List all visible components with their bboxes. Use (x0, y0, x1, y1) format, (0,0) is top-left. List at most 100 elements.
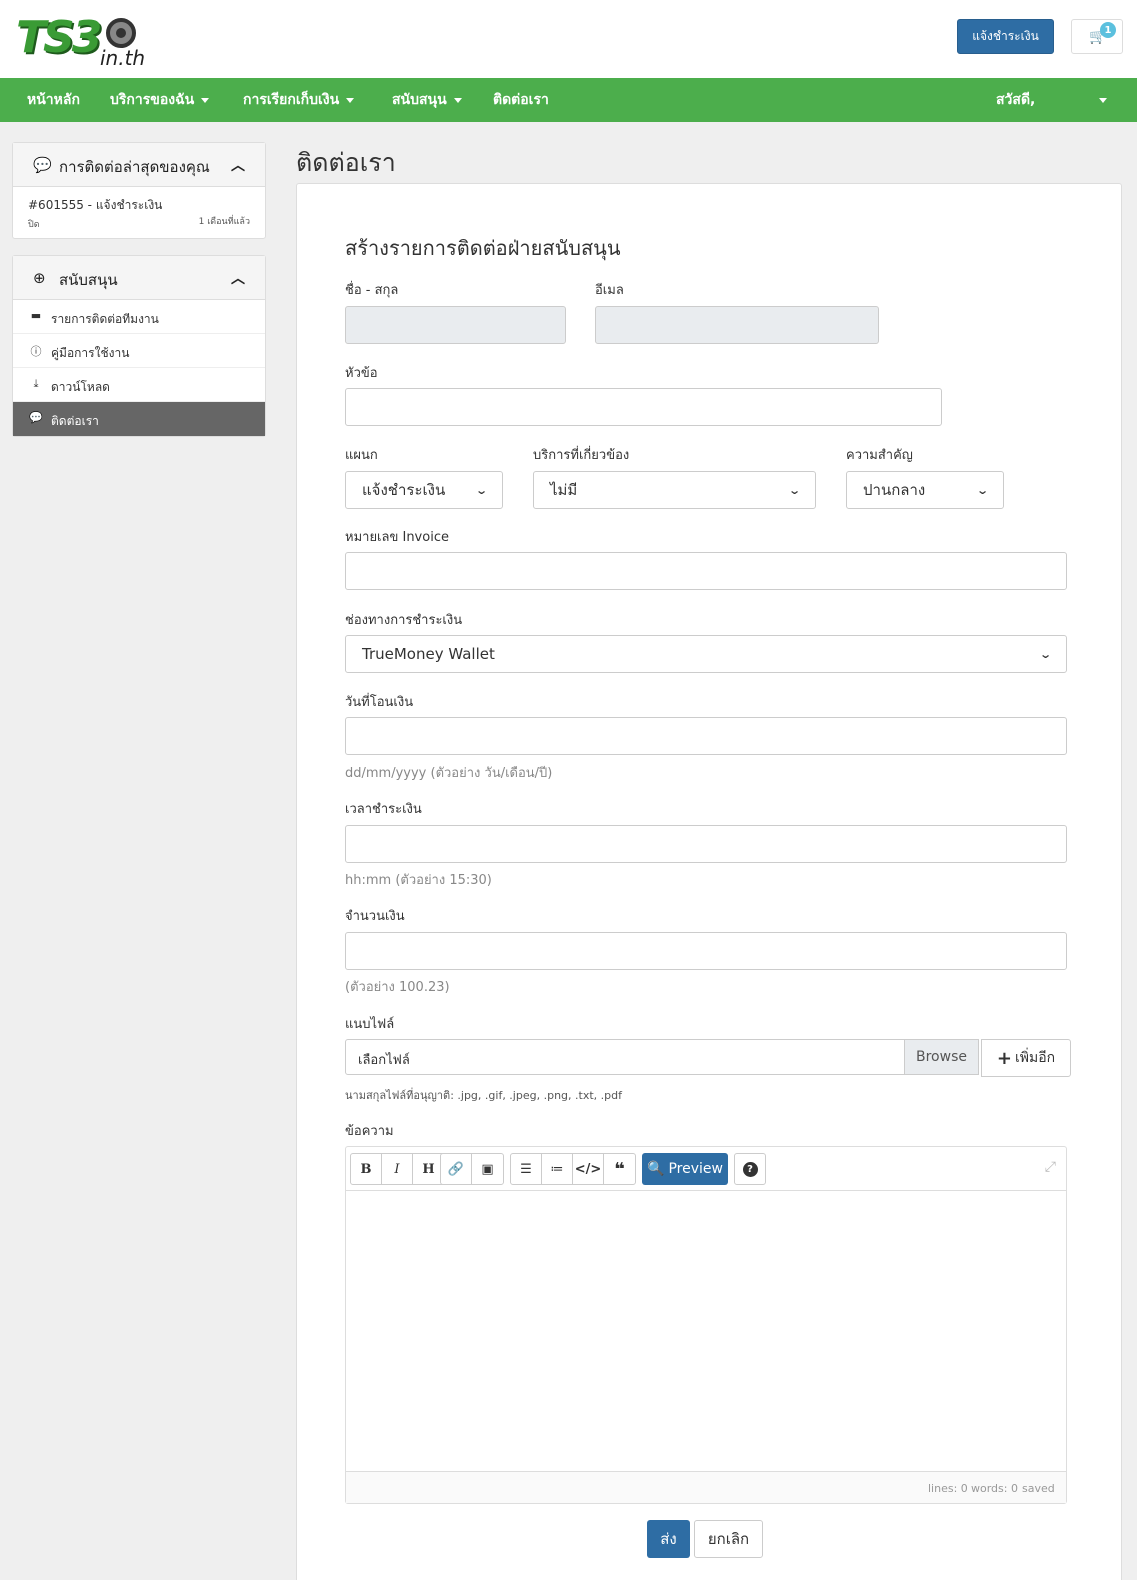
search-icon: 🔍 (647, 1161, 665, 1177)
payment-method-value: TrueMoney Wallet (362, 645, 495, 663)
invoice-label: หมายเลข Invoice (345, 530, 449, 545)
department-label: แผนก (345, 448, 378, 463)
ticket-time: 1 เดือนที่แล้ว (198, 217, 250, 227)
editor-statusbar: lines: 0 words: 0 saved (346, 1471, 1066, 1503)
chevron-down-icon: ⌄ (787, 483, 801, 497)
chevron-down-icon: ⌄ (1038, 647, 1052, 661)
site-header: TS3 in.th แจ้งชำระเงิน 🛒 1 (0, 0, 1137, 78)
name-label: ชื่อ - สกุล (345, 283, 399, 298)
browse-button[interactable]: Browse (904, 1040, 978, 1074)
link-icon[interactable]: 🔗 (441, 1154, 472, 1184)
file-input[interactable]: เลือกไฟล์ Browse (345, 1039, 979, 1075)
pay-time-input[interactable] (345, 825, 1067, 863)
support-panel-header[interactable]: ⊕ สนับสนุน ︿ (13, 256, 265, 300)
nav-support-label: สนับสนุน (392, 92, 447, 108)
amount-input[interactable] (345, 932, 1067, 970)
recent-tickets-title: การติดต่อล่าสุดของคุณ (59, 158, 210, 176)
numbered-list-icon[interactable]: ≔ (542, 1154, 573, 1184)
submit-button[interactable]: ส่ง (647, 1520, 690, 1558)
main-nav: หน้าหลัก บริการของฉัน การเรียกเก็บเงิน ส… (0, 78, 1137, 122)
nav-support[interactable]: สนับสนุน (392, 78, 462, 122)
help-button[interactable]: ? (734, 1153, 766, 1185)
ticket-status: ปิด (28, 220, 40, 230)
email-label: อีเมล (595, 283, 624, 298)
recent-ticket-item[interactable]: #601555 - แจ้งชำระเงิน ปิด 1 เดือนที่แล้… (13, 187, 265, 239)
transfer-date-help: dd/mm/yyyy (ตัวอย่าง วัน/เดือน/ปี) (345, 766, 553, 781)
nav-contact-label: ติดต่อเรา (493, 92, 549, 108)
page-title: ติดต่อเรา (296, 148, 396, 177)
chevron-up-icon[interactable]: ︿ (231, 155, 245, 175)
nav-greeting[interactable]: สวัสดี, (996, 78, 1035, 122)
recent-tickets-header[interactable]: 💬 การติดต่อล่าสุดของคุณ ︿ (13, 143, 265, 187)
department-select[interactable]: แจ้งชำระเงิน ⌄ (345, 471, 503, 509)
chevron-down-icon: ⌄ (474, 483, 488, 497)
block-group: ☰ ≔ </> ❝ (510, 1153, 636, 1185)
allowed-extensions: นามสกุลไฟล์ที่อนุญาติ: .jpg, .gif, .jpeg… (345, 1089, 622, 1102)
transfer-date-input[interactable] (345, 717, 1067, 755)
status-words: words: 0 (971, 1482, 1018, 1495)
file-placeholder: เลือกไฟล์ (358, 1053, 410, 1068)
download-icon: ⤓ (33, 377, 39, 390)
cart-button[interactable]: 🛒 1 (1071, 19, 1123, 54)
fullscreen-icon[interactable]: ⤢ (1045, 1159, 1056, 1175)
sidebar-item-tickets[interactable]: ▬ รายการติดต่อทีมงาน (13, 300, 265, 334)
ticket-icon: ▬ (30, 309, 42, 322)
editor-toolbar: B I H 🔗 ▣ ☰ ≔ </> ❝ 🔍 Preview ? ⤢ (346, 1147, 1066, 1191)
logo-subtext: in.th (100, 46, 146, 70)
department-value: แจ้งชำระเงิน (362, 481, 446, 499)
bold-button[interactable]: B (351, 1154, 382, 1184)
format-group: B I H (350, 1153, 445, 1185)
account-dropdown-toggle[interactable] (1092, 78, 1107, 122)
status-saved: saved (1022, 1482, 1055, 1495)
quote-icon[interactable]: ❝ (604, 1154, 635, 1184)
message-textarea[interactable] (346, 1191, 1066, 1472)
nav-my-services[interactable]: บริการของฉัน (110, 78, 210, 122)
priority-label: ความสำคัญ (846, 448, 913, 463)
caret-down-icon (453, 97, 462, 103)
service-select[interactable]: ไม่มี ⌄ (533, 471, 816, 509)
insert-group: 🔗 ▣ (440, 1153, 504, 1185)
sidebar-item-label: คู่มือการใช้งาน (51, 346, 130, 360)
chevron-down-icon: ⌄ (975, 483, 989, 497)
site-logo[interactable]: TS3 in.th (14, 6, 146, 70)
message-label: ข้อความ (345, 1124, 394, 1139)
caret-down-icon (201, 97, 210, 103)
notify-payment-button[interactable]: แจ้งชำระเงิน (957, 19, 1054, 54)
invoice-input[interactable] (345, 552, 1067, 590)
preview-label: Preview (668, 1161, 723, 1177)
markdown-editor: B I H 🔗 ▣ ☰ ≔ </> ❝ 🔍 Preview ? ⤢ lines:… (345, 1146, 1067, 1504)
email-field (595, 306, 879, 344)
image-icon[interactable]: ▣ (472, 1154, 503, 1184)
sidebar-item-label: รายการติดต่อทีมงาน (51, 312, 159, 326)
subject-input[interactable] (345, 388, 942, 426)
pay-time-label: เวลาชำระเงิน (345, 802, 422, 817)
recent-tickets-panel: 💬 การติดต่อล่าสุดของคุณ ︿ #601555 - แจ้ง… (12, 142, 266, 239)
comments-icon: 💬 (33, 156, 52, 174)
name-field (345, 306, 566, 344)
attach-label: แนบไฟล์ (345, 1017, 395, 1032)
cart-count-badge: 1 (1100, 22, 1116, 38)
italic-button[interactable]: I (382, 1154, 413, 1184)
priority-select[interactable]: ปานกลาง ⌄ (846, 471, 1004, 509)
bullet-list-icon[interactable]: ☰ (511, 1154, 542, 1184)
pay-time-help: hh:mm (ตัวอย่าง 15:30) (345, 873, 492, 888)
sidebar-item-manual[interactable]: ⓘ คู่มือการใช้งาน (13, 334, 265, 368)
add-more-file-button[interactable]: + เพิ่มอีก (981, 1039, 1071, 1077)
preview-button[interactable]: 🔍 Preview (642, 1153, 728, 1185)
amount-label: จำนวนเงิน (345, 909, 405, 924)
payment-method-select[interactable]: TrueMoney Wallet ⌄ (345, 635, 1067, 673)
transfer-date-label: วันที่โอนเงิน (345, 695, 414, 710)
nav-billing[interactable]: การเรียกเก็บเงิน (243, 78, 355, 122)
cancel-button[interactable]: ยกเลิก (694, 1520, 763, 1558)
payment-method-label: ช่องทางการชำระเงิน (345, 613, 463, 628)
chevron-up-icon[interactable]: ︿ (231, 268, 245, 288)
service-value: ไม่มี (550, 481, 578, 499)
nav-greeting-label: สวัสดี, (996, 92, 1036, 108)
code-icon[interactable]: </> (573, 1154, 604, 1184)
logo-text: TS3 (16, 12, 102, 63)
sidebar-item-contact[interactable]: 💬 ติดต่อเรา (13, 402, 265, 436)
question-icon: ? (742, 1161, 758, 1177)
nav-contact[interactable]: ติดต่อเรา (493, 78, 549, 122)
nav-home[interactable]: หน้าหลัก (27, 78, 80, 122)
sidebar-item-downloads[interactable]: ⤓ ดาวน์โหลด (13, 368, 265, 402)
